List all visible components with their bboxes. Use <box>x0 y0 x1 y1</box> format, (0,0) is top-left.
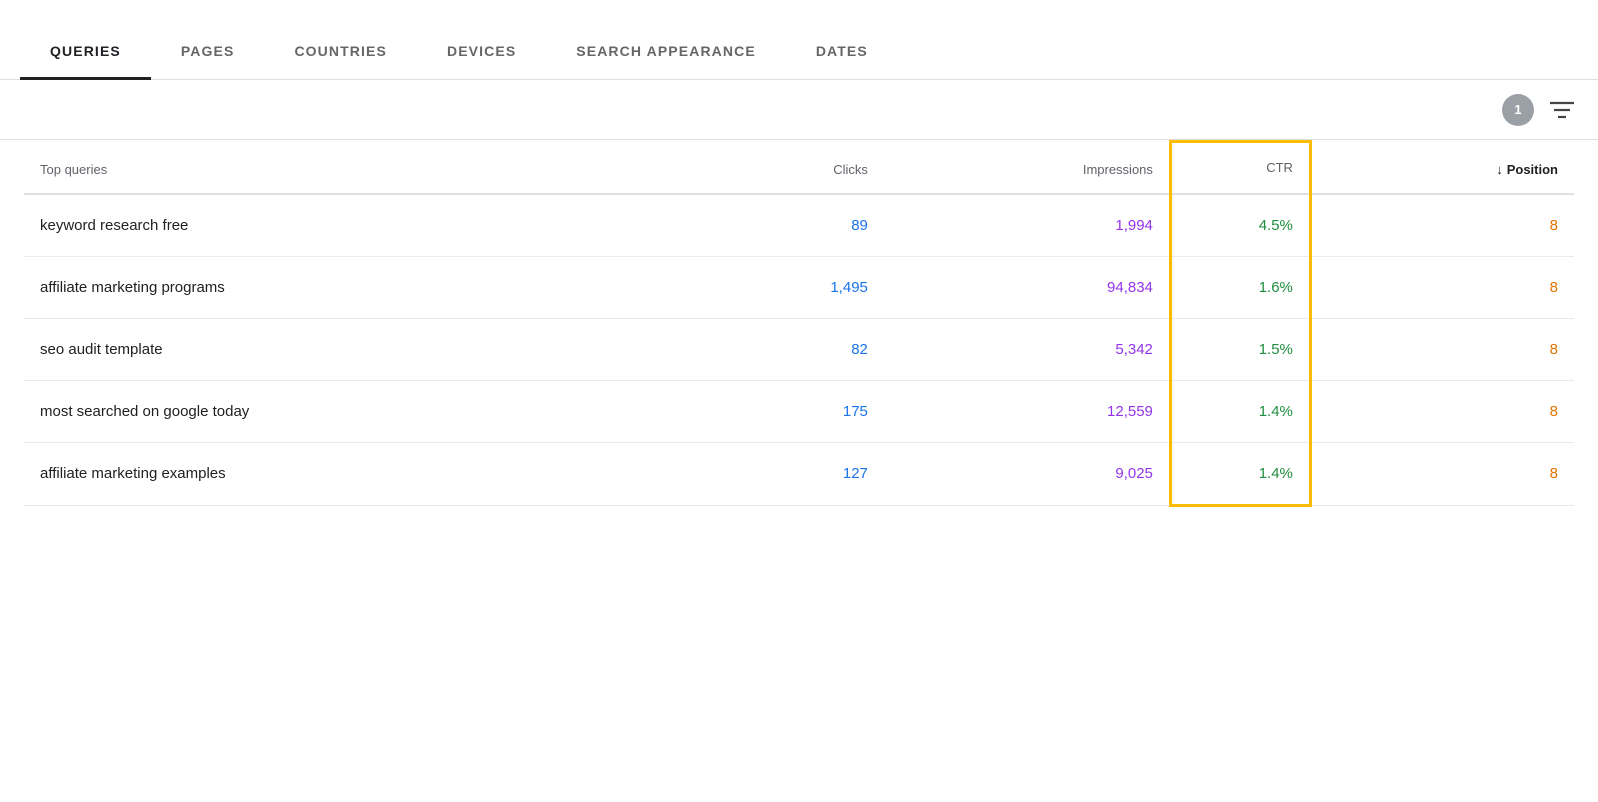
cell-query: affiliate marketing programs <box>24 256 692 318</box>
tab-queries[interactable]: QUERIES <box>20 43 151 80</box>
toolbar: 1 <box>0 80 1598 140</box>
cell-ctr: 4.5% <box>1170 194 1310 257</box>
table-row: affiliate marketing examples 127 9,025 1… <box>24 442 1574 505</box>
cell-impressions: 1,994 <box>884 194 1171 257</box>
tab-devices[interactable]: DEVICES <box>417 43 546 80</box>
cell-query: most searched on google today <box>24 380 692 442</box>
filter-icon[interactable] <box>1550 100 1574 120</box>
cell-position: 8 <box>1310 256 1574 318</box>
tab-countries[interactable]: COUNTRIES <box>264 43 417 80</box>
tab-search-appearance[interactable]: SEARCH APPEARANCE <box>546 43 786 80</box>
table-row: most searched on google today 175 12,559… <box>24 380 1574 442</box>
cell-ctr: 1.4% <box>1170 442 1310 505</box>
cell-ctr: 1.5% <box>1170 318 1310 380</box>
cell-query: keyword research free <box>24 194 692 257</box>
col-header-query: Top queries <box>24 142 692 194</box>
cell-ctr: 1.6% <box>1170 256 1310 318</box>
col-header-position: ↓Position <box>1310 142 1574 194</box>
tab-bar: QUERIES PAGES COUNTRIES DEVICES SEARCH A… <box>0 0 1598 80</box>
cell-impressions: 9,025 <box>884 442 1171 505</box>
table-row: affiliate marketing programs 1,495 94,83… <box>24 256 1574 318</box>
cell-clicks: 89 <box>692 194 884 257</box>
cell-impressions: 94,834 <box>884 256 1171 318</box>
sort-down-arrow-icon: ↓ <box>1496 162 1503 177</box>
cell-impressions: 12,559 <box>884 380 1171 442</box>
cell-position: 8 <box>1310 194 1574 257</box>
queries-table: Top queries Clicks Impressions CTR ↓Posi… <box>24 140 1574 507</box>
table-body: keyword research free 89 1,994 4.5% 8 af… <box>24 194 1574 506</box>
filter-count-badge[interactable]: 1 <box>1502 94 1534 126</box>
data-table-container: Top queries Clicks Impressions CTR ↓Posi… <box>0 140 1598 507</box>
cell-clicks: 175 <box>692 380 884 442</box>
cell-query: seo audit template <box>24 318 692 380</box>
cell-position: 8 <box>1310 380 1574 442</box>
cell-clicks: 127 <box>692 442 884 505</box>
cell-ctr: 1.4% <box>1170 380 1310 442</box>
col-header-impressions: Impressions <box>884 142 1171 194</box>
cell-position: 8 <box>1310 318 1574 380</box>
tab-dates[interactable]: DATES <box>786 43 898 80</box>
cell-impressions: 5,342 <box>884 318 1171 380</box>
cell-clicks: 82 <box>692 318 884 380</box>
tab-pages[interactable]: PAGES <box>151 43 265 80</box>
cell-query: affiliate marketing examples <box>24 442 692 505</box>
table-header-row: Top queries Clicks Impressions CTR ↓Posi… <box>24 142 1574 194</box>
table-row: keyword research free 89 1,994 4.5% 8 <box>24 194 1574 257</box>
col-header-clicks: Clicks <box>692 142 884 194</box>
cell-position: 8 <box>1310 442 1574 505</box>
table-row: seo audit template 82 5,342 1.5% 8 <box>24 318 1574 380</box>
col-header-ctr: CTR <box>1170 142 1310 194</box>
cell-clicks: 1,495 <box>692 256 884 318</box>
